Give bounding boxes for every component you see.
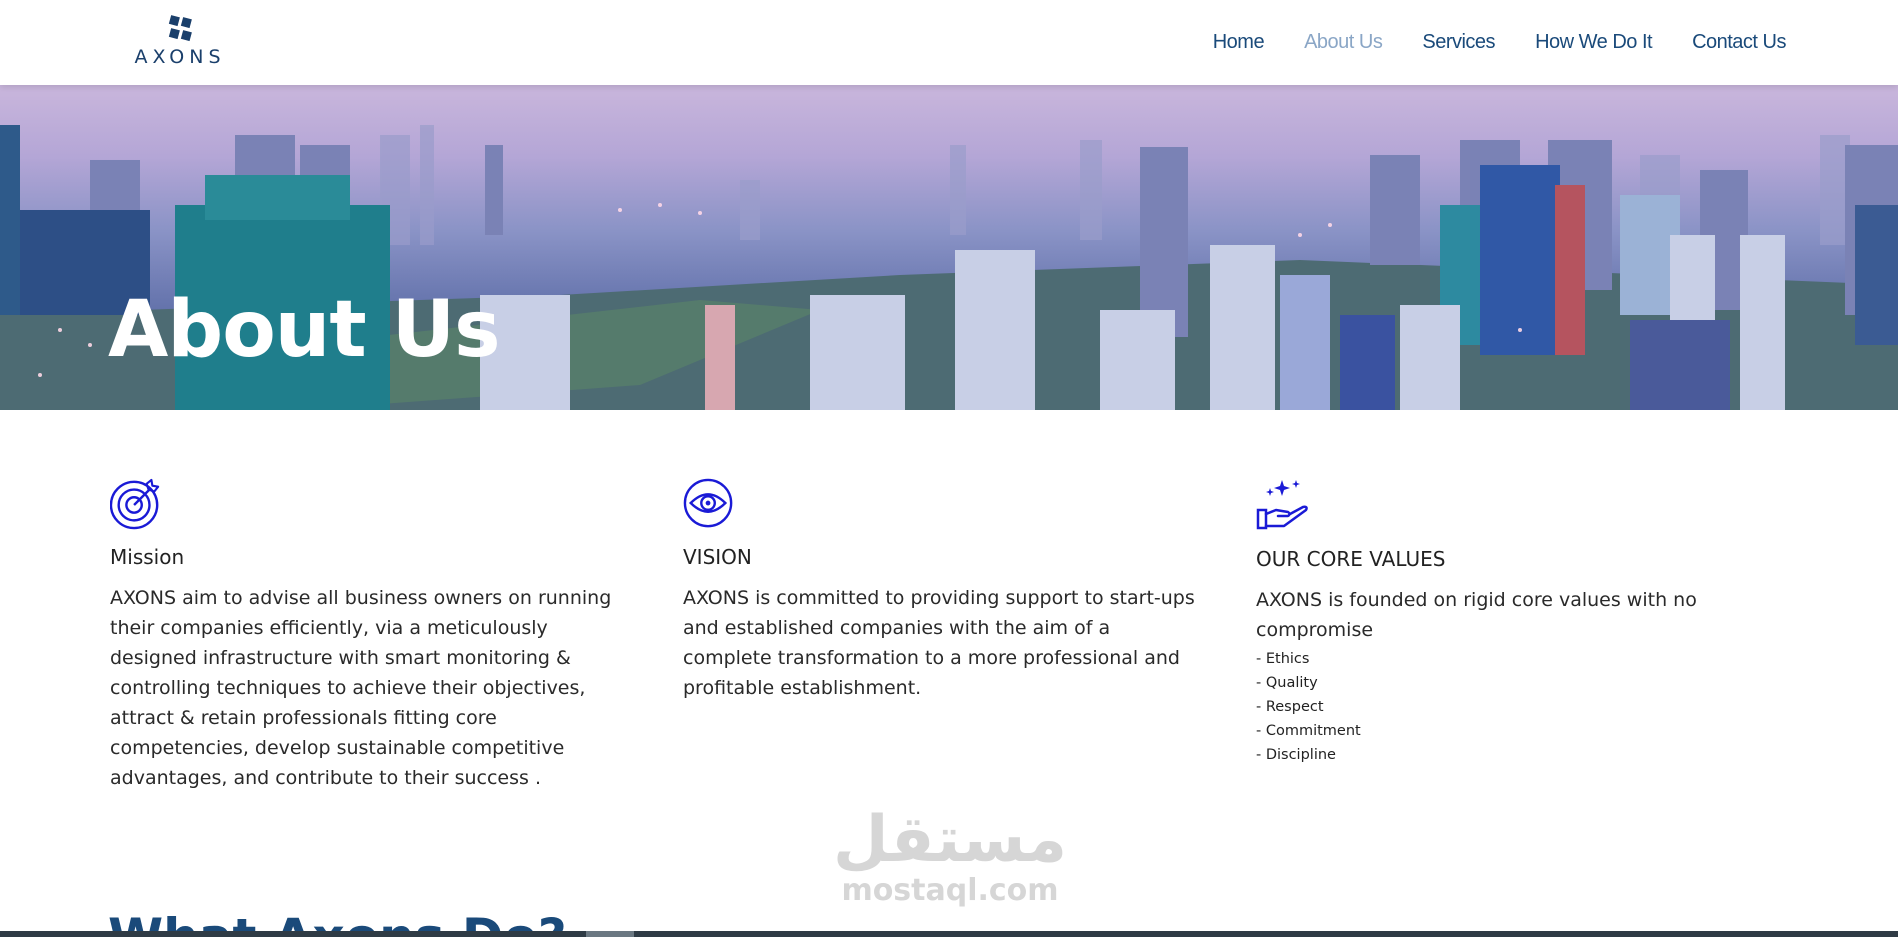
- eye-icon: [683, 478, 733, 528]
- axons-logo[interactable]: AXONS: [128, 12, 238, 70]
- nav-how-we-do-it[interactable]: How We Do It: [1535, 31, 1653, 54]
- vision-title: VISION: [683, 545, 752, 569]
- mission-section: Mission AXONS aim to advise all business…: [109, 478, 630, 793]
- vision-section: VISION AXONS is committed to providing s…: [683, 478, 1203, 703]
- site-header: AXONS Home About Us Services How We Do I…: [0, 0, 1898, 85]
- watermark-arabic: مستقل: [832, 803, 1068, 877]
- main-nav: Home About Us Services How We Do It Cont…: [1213, 0, 1787, 85]
- mostaql-watermark: مستقل mostaql.com: [830, 805, 1070, 907]
- list-item: - Commitment: [1256, 723, 1361, 739]
- target-icon: [109, 478, 160, 530]
- page-title: About Us: [108, 285, 501, 375]
- core-values-list: - Ethics - Quality - Respect - Commitmen…: [1256, 647, 1756, 767]
- logo-pinwheel-icon: [168, 15, 192, 42]
- watermark-latin: mostaql.com: [841, 873, 1059, 908]
- scrollbar-thumb[interactable]: [586, 931, 634, 937]
- hero-banner: About Us: [0, 85, 1898, 410]
- list-item: - Ethics: [1256, 651, 1310, 667]
- mission-title: Mission: [110, 545, 185, 569]
- hand-sparkle-icon: [1256, 480, 1308, 530]
- nav-services[interactable]: Services: [1422, 31, 1495, 54]
- core-values-title: OUR CORE VALUES: [1256, 547, 1446, 571]
- nav-home[interactable]: Home: [1213, 31, 1265, 54]
- core-values-text: AXONS is founded on rigid core values wi…: [1256, 589, 1697, 641]
- list-item: - Respect: [1256, 699, 1324, 715]
- logo-wordmark: AXONS: [134, 46, 226, 68]
- core-values-section: OUR CORE VALUES AXONS is founded on rigi…: [1256, 478, 1756, 767]
- nav-contact-us[interactable]: Contact Us: [1692, 31, 1786, 54]
- mission-text: AXONS aim to advise all business owners …: [110, 587, 612, 789]
- nav-about-us[interactable]: About Us: [1304, 31, 1383, 54]
- horizontal-scrollbar[interactable]: [0, 931, 1898, 937]
- list-item: - Discipline: [1256, 747, 1336, 763]
- vision-text: AXONS is committed to providing support …: [683, 587, 1195, 699]
- list-item: - Quality: [1256, 675, 1318, 691]
